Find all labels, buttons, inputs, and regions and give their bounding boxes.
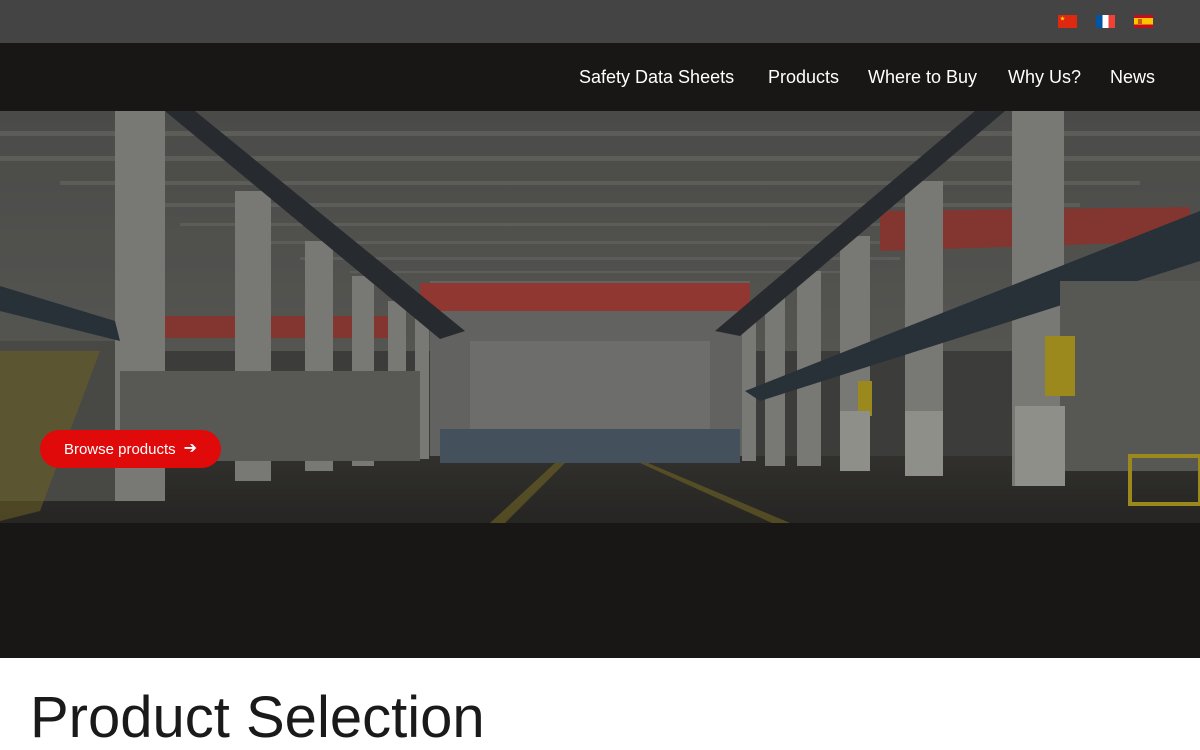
nav-item-where-to-buy[interactable]: Where to Buy: [868, 66, 977, 88]
flag-es-icon[interactable]: [1134, 15, 1153, 28]
flag-crest-icon: [1138, 19, 1142, 24]
nav-item-news[interactable]: News: [1110, 66, 1155, 88]
arrow-right-icon: ➔: [183, 440, 198, 457]
flag-fr-icon[interactable]: [1096, 15, 1115, 28]
top-bar: [0, 0, 1200, 43]
nav-item-products[interactable]: Products: [768, 66, 839, 88]
page-title: Product Selection: [30, 685, 485, 750]
main-navigation: Safety Data Sheets Products Where to Buy…: [0, 43, 1200, 111]
flag-star-icon: [1060, 16, 1065, 21]
flag-cn-icon[interactable]: [1058, 15, 1077, 28]
main-content: Product Selection: [0, 658, 1200, 750]
hero-banner: Browse products ➔: [0, 111, 1200, 523]
nav-item-why-us[interactable]: Why Us?: [1008, 66, 1081, 88]
hero-bottom-band: [0, 523, 1200, 658]
nav-item-safety-data-sheets[interactable]: Safety Data Sheets: [579, 66, 734, 88]
browse-products-button[interactable]: Browse products ➔: [40, 430, 221, 468]
browse-products-label: Browse products: [63, 440, 176, 458]
